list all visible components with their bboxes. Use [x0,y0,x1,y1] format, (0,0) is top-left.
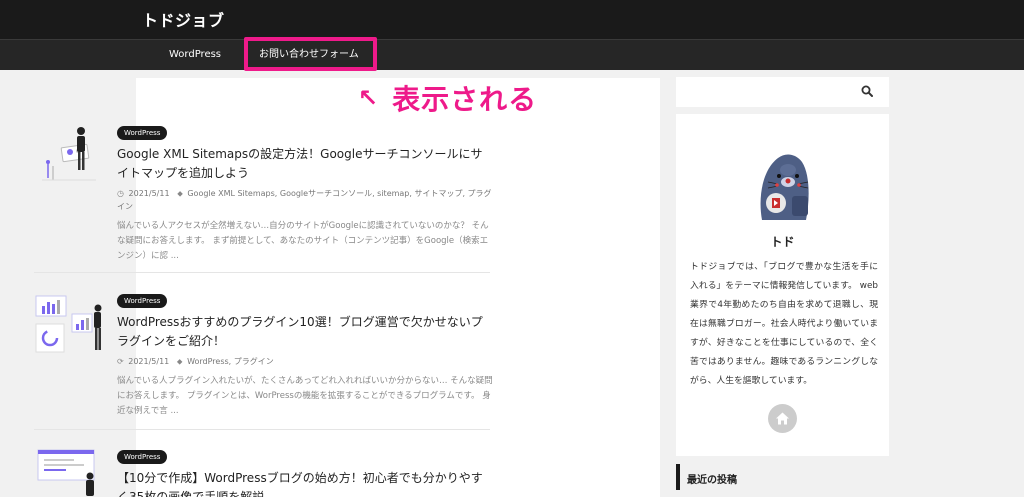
refresh-icon: ⟳ [117,357,124,366]
search-box[interactable] [676,77,889,107]
annotation: ↖ 表示される [358,78,537,118]
post-meta: ⟳ 2021/5/11 ⬥ WordPress, プラグイン [117,355,493,368]
post-meta: ◷ 2021/5/11 ⬥ Google XML Sitemaps, Googl… [117,187,493,213]
post-tags[interactable]: WordPress, プラグイン [187,357,274,366]
post-thumbnail[interactable] [34,444,104,497]
post-body: WordPress Google XML Sitemapsの設定方法！Googl… [117,120,493,264]
clock-icon: ◷ [117,189,124,198]
home-button[interactable] [768,404,797,433]
tag-icon: ⬥ [171,357,183,366]
section-accent-bar [676,464,680,490]
recent-posts-title: 最近の投稿 [687,475,737,486]
post-title[interactable]: 【10分で作成】WordPressブログの始め方！初心者でも分かりやすく35枚の… [117,469,493,497]
tag-icon: ⬥ [172,189,183,198]
search-icon[interactable] [861,85,873,97]
category-badge[interactable]: WordPress [117,126,168,140]
category-badge[interactable]: WordPress [117,450,168,464]
profile-description: トドジョブでは、「ブログで豊かな生活を手に入れる」をテーマに情報発信しています。… [690,262,878,386]
category-badge[interactable]: WordPress [117,294,168,308]
arrow-icon: ↖ [358,84,379,112]
post-title[interactable]: WordPressおすすめのプラグイン10選！ブログ運営で欠かせないプラグインを… [117,313,493,351]
post-title[interactable]: Google XML Sitemapsの設定方法！Googleサーチコンソールに… [117,145,493,183]
profile-name: トド [770,235,795,249]
post-excerpt: 悩んでいる人アクセスが全然増えない…自分のサイトがGoogleに認識されていない… [117,221,489,261]
site-header: トドジョブ [0,0,1024,39]
global-nav: WordPress お問い合わせフォーム [0,39,1024,70]
post-body: WordPress 【10分で作成】WordPressブログの始め方！初心者でも… [117,444,493,497]
profile-widget: トド トドジョブでは、「ブログで豊かな生活を手に入れる」をテーマに情報発信してい… [676,114,889,456]
post-body: WordPress WordPressおすすめのプラグイン10選！ブログ運営で欠… [117,288,493,419]
post-thumbnail[interactable] [34,120,104,190]
post-date: 2021/5/11 [128,357,170,366]
post-thumbnail[interactable] [34,288,104,358]
highlight-box [244,37,377,71]
home-icon [776,412,789,425]
post-excerpt: 悩んでいる人プラグイン入れたいが、たくさんあってどれ入れればいいか分からない… … [117,376,493,416]
divider [34,429,490,430]
post-date: 2021/5/11 [128,189,170,198]
divider [34,272,490,273]
site-title[interactable]: トドジョブ [142,7,225,31]
nav-item-wordpress[interactable]: WordPress [169,40,221,70]
recent-posts-widget: 最近の投稿 [676,464,889,497]
avatar [748,148,818,220]
annotation-text: 表示される [392,83,538,116]
